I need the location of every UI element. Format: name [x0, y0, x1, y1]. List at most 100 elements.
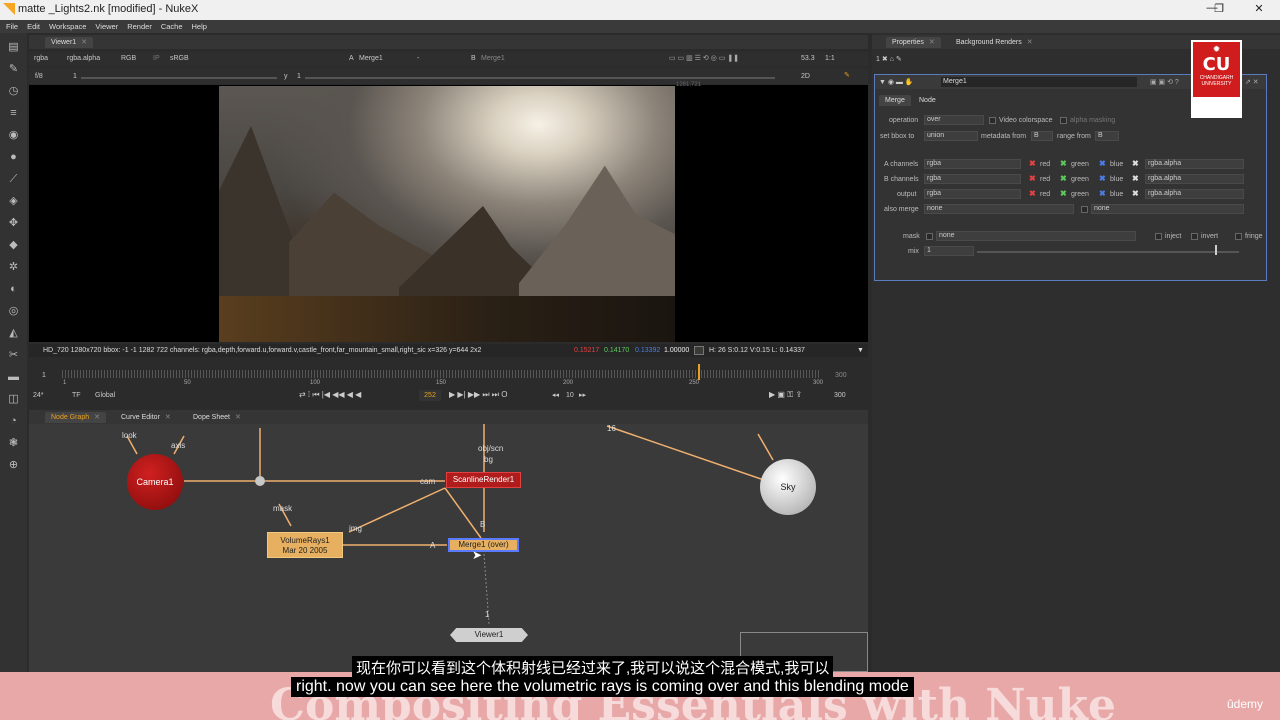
sky-node[interactable]: Sky	[760, 459, 816, 515]
subtab-merge[interactable]: Merge	[879, 95, 911, 106]
color-tools-icon[interactable]: ◉	[7, 129, 20, 142]
toolsets-icon[interactable]: ✂	[7, 349, 20, 362]
views-tools-icon[interactable]: ◎	[7, 305, 20, 318]
close-window-button[interactable]: ✕	[1247, 2, 1271, 18]
plugin-tools-icon[interactable]: ❃	[7, 437, 20, 450]
paint-icon[interactable]: ✎	[844, 71, 850, 79]
b-alpha-toggle[interactable]: ✖	[1132, 174, 1139, 183]
out-red-toggle[interactable]: ✖	[1029, 189, 1036, 198]
menu-edit[interactable]: Edit	[27, 22, 40, 31]
rgb-mode-dropdown[interactable]: RGB	[121, 55, 136, 62]
out-alpha-toggle[interactable]: ✖	[1132, 189, 1139, 198]
time-tools-icon[interactable]: ◷	[7, 85, 20, 98]
transform-tools-icon[interactable]: ✥	[7, 217, 20, 230]
b-blue-toggle[interactable]: ✖	[1099, 174, 1106, 183]
mask-checkbox[interactable]	[926, 233, 933, 240]
range-mode-dropdown[interactable]: Global	[95, 392, 115, 399]
camera-node[interactable]: Camera1	[127, 454, 183, 510]
node-name-field[interactable]: Merge1	[941, 77, 1137, 87]
zoom-dropdown[interactable]: 53.3	[801, 55, 815, 62]
a-blue-toggle[interactable]: ✖	[1099, 159, 1106, 168]
b-input-dropdown[interactable]: Merge1	[481, 55, 505, 62]
fringe-checkbox[interactable]	[1235, 233, 1242, 240]
mix-slider[interactable]	[977, 251, 1239, 253]
channels-dropdown[interactable]: rgba	[34, 55, 48, 62]
tab-background-renders[interactable]: Background Renders ✕	[950, 37, 1039, 48]
timeline-end-value[interactable]: 300	[834, 392, 846, 399]
merge-node[interactable]: Merge1 (over)	[448, 538, 519, 552]
a-red-toggle[interactable]: ✖	[1029, 159, 1036, 168]
also-merge-checkbox[interactable]	[1081, 206, 1088, 213]
flipbook-icons[interactable]: ▶ ▣ ⚿ ⇪	[769, 390, 802, 400]
menu-file[interactable]: File	[6, 22, 18, 31]
timeline-ruler[interactable]	[62, 370, 819, 378]
bbox-dropdown[interactable]: union	[924, 131, 978, 141]
properties-toolbar-icons[interactable]: 1 ✖ ⌂ ✎	[876, 55, 902, 63]
prop-color-buttons[interactable]: ▣ ▣ ⟲ ?	[1150, 78, 1179, 86]
fps-dropdown[interactable]: 24*	[33, 392, 44, 399]
menu-help[interactable]: Help	[192, 22, 207, 31]
fstop-control[interactable]: f/8	[35, 73, 43, 80]
ip-button[interactable]: IP	[153, 55, 160, 62]
prop-close-buttons[interactable]: ⇗ ✕	[1245, 78, 1259, 86]
other-tools-icon[interactable]: ▬	[7, 371, 20, 384]
output-dropdown[interactable]: rgba	[924, 189, 1021, 199]
ocula-tools-icon[interactable]: ◔	[7, 415, 20, 428]
timeline-end[interactable]: 300	[835, 372, 847, 379]
info-expand-icon[interactable]: ▼	[857, 344, 864, 357]
viewer-icon-tools[interactable]: ▭ ▭ ▥ ☰ ⟲ ◎ ▭ ❚❚	[669, 54, 739, 62]
a-alpha-dropdown[interactable]: rgba.alpha	[1145, 159, 1244, 169]
filter-tools-icon[interactable]: ●	[7, 151, 20, 164]
tab-curve-editor[interactable]: Curve Editor ✕	[115, 412, 177, 423]
gamma-slider[interactable]	[305, 77, 775, 79]
tab-node-graph[interactable]: Node Graph ✕	[45, 412, 107, 423]
merge-tools-icon[interactable]: ◈	[7, 195, 20, 208]
menu-render[interactable]: Render	[127, 22, 152, 31]
timeline-playhead[interactable]	[697, 364, 700, 380]
out-alpha-dropdown[interactable]: rgba.alpha	[1145, 189, 1244, 199]
furnace-tools-icon[interactable]: ◫	[7, 393, 20, 406]
gain-value[interactable]: 1	[73, 73, 77, 80]
video-colorspace-checkbox[interactable]	[989, 117, 996, 124]
step-value[interactable]: 10	[566, 392, 574, 399]
close-tab-icon[interactable]: ✕	[235, 414, 241, 421]
close-tab-icon[interactable]: ✕	[94, 414, 100, 421]
inject-checkbox[interactable]	[1155, 233, 1162, 240]
alpha-masking-checkbox[interactable]	[1060, 117, 1067, 124]
subtab-node[interactable]: Node	[913, 95, 942, 106]
a-channels-dropdown[interactable]: rgba	[924, 159, 1021, 169]
close-tab-icon[interactable]: ✕	[929, 39, 935, 46]
mask-dropdown[interactable]: none	[936, 231, 1136, 241]
metadata-dropdown[interactable]: B	[1031, 131, 1053, 141]
playback-controls-left[interactable]: ⇄ ⁞ ⏮ |◀ ◀◀ ◀ ◀	[299, 390, 361, 400]
menu-viewer[interactable]: Viewer	[95, 22, 118, 31]
step-forward-icon[interactable]: ▸▸	[579, 391, 586, 399]
ab-op-dropdown[interactable]: -	[417, 55, 419, 62]
maximize-button[interactable]: ❐	[1207, 2, 1231, 18]
b-alpha-dropdown[interactable]: rgba.alpha	[1145, 174, 1244, 184]
close-tab-icon[interactable]: ✕	[1027, 39, 1033, 46]
view-mode-dropdown[interactable]: 2D	[801, 73, 810, 80]
image-tools-icon[interactable]: ▤	[7, 41, 20, 54]
playback-controls-right[interactable]: ▶ ▶| ▶▶ ⏭ ⏭ O	[449, 390, 507, 400]
close-tab-icon[interactable]: ✕	[165, 414, 171, 421]
timeline-start[interactable]: 1	[42, 372, 46, 379]
metadata-tools-icon[interactable]: ◭	[7, 327, 20, 340]
b-green-toggle[interactable]: ✖	[1060, 174, 1067, 183]
b-channels-dropdown[interactable]: rgba	[924, 174, 1021, 184]
draw-tools-icon[interactable]: ✎	[7, 63, 20, 76]
also-merge-dropdown-2[interactable]: none	[1091, 204, 1244, 214]
prop-header-icons[interactable]: ▼ ◉ ▬ ✋	[879, 78, 914, 86]
gamma-value[interactable]: 1	[297, 73, 301, 80]
close-tab-icon[interactable]: ✕	[81, 39, 87, 46]
range-dropdown[interactable]: B	[1095, 131, 1119, 141]
keyer-tools-icon[interactable]: ⟋	[7, 173, 20, 186]
out-blue-toggle[interactable]: ✖	[1099, 189, 1106, 198]
channel-tools-icon[interactable]: ≡	[7, 107, 20, 120]
mix-field[interactable]: 1	[924, 246, 974, 256]
a-green-toggle[interactable]: ✖	[1060, 159, 1067, 168]
mix-slider-handle[interactable]	[1215, 245, 1217, 255]
node-graph-canvas[interactable]: Camera1 look axis Sky 16 obj/scn bg cam …	[29, 424, 868, 672]
gain-slider[interactable]	[81, 77, 277, 79]
tab-properties[interactable]: Properties ✕	[886, 37, 941, 48]
